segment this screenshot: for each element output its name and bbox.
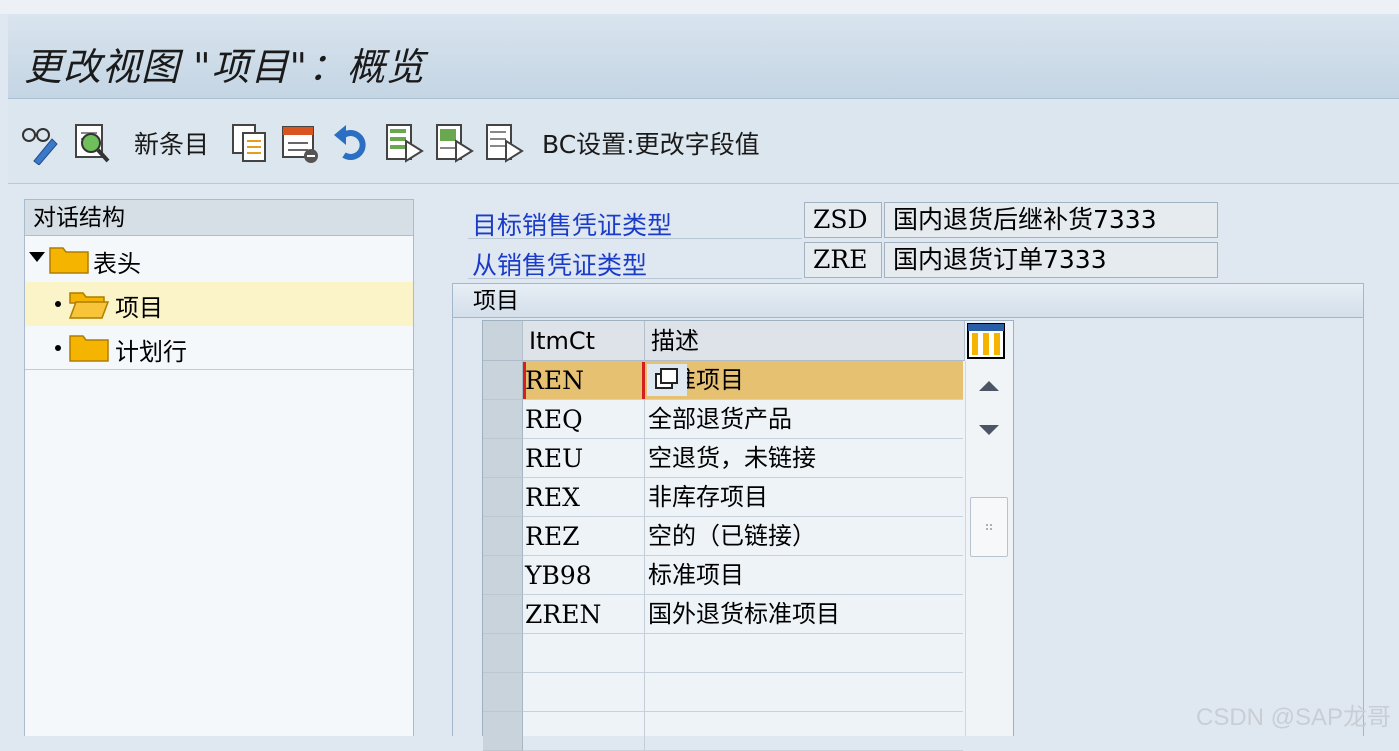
description-cell xyxy=(645,712,963,751)
nav-item-schedule-lines[interactable]: 计划行 xyxy=(25,326,413,370)
vertical-scrollbar[interactable] xyxy=(965,361,1011,736)
nav-item-label: 计划行 xyxy=(115,338,187,366)
empty-table-row[interactable] xyxy=(483,673,963,712)
description-cell: 空的（已链接） xyxy=(645,517,963,556)
empty-table-row[interactable] xyxy=(483,712,963,751)
title-bar: 更改视图 "项目"：概览 xyxy=(8,14,1399,99)
select-block-icon[interactable] xyxy=(434,121,474,165)
itmct-cell[interactable]: REU xyxy=(523,439,645,478)
watermark: CSDN @SAP龙哥 xyxy=(1196,704,1392,731)
select-all-icon[interactable] xyxy=(384,121,424,165)
table-row[interactable]: REU 空退货，未链接 xyxy=(483,439,963,478)
row-selector[interactable] xyxy=(483,634,523,673)
itmct-cell[interactable]: YB98 xyxy=(523,556,645,595)
row-selector[interactable] xyxy=(483,712,523,751)
display-change-icon[interactable] xyxy=(20,121,60,165)
items-group-title: 项目 xyxy=(453,284,1363,318)
row-selector[interactable] xyxy=(483,673,523,712)
nav-item-label: 表头 xyxy=(93,250,141,278)
table-row[interactable]: REZ 空的（已链接） xyxy=(483,517,963,556)
new-entries-button[interactable]: 新条目 xyxy=(134,125,209,161)
itmct-cell[interactable]: REQ xyxy=(523,400,645,439)
copy-icon[interactable] xyxy=(230,121,270,165)
description-cell: 全部退货产品 xyxy=(645,400,963,439)
nav-item-items[interactable]: 项目 xyxy=(25,282,413,326)
grip-icon xyxy=(986,524,992,530)
description-cell: 非库存项目 xyxy=(645,478,963,517)
itmct-cell[interactable] xyxy=(523,634,645,673)
select-all-rows-cell[interactable] xyxy=(483,321,523,361)
open-folder-icon xyxy=(69,292,109,319)
top-strip xyxy=(0,0,1399,14)
undo-icon[interactable] xyxy=(332,121,372,165)
source-doc-type-field[interactable]: ZRE xyxy=(804,242,882,278)
description-cell xyxy=(645,673,963,712)
expand-triangle-icon[interactable] xyxy=(29,252,45,264)
nav-divider xyxy=(25,369,413,370)
row-selector[interactable] xyxy=(483,517,523,556)
description-cell xyxy=(645,634,963,673)
column-config-icon[interactable] xyxy=(967,323,1005,359)
table-row[interactable]: REN 标准项目 xyxy=(483,361,963,400)
value-help-icon[interactable] xyxy=(647,364,687,396)
toolbar: 新条目 BC设置:更改字段值 xyxy=(8,99,1399,184)
itmct-cell[interactable]: REN xyxy=(523,361,645,400)
page-title: 更改视图 "项目"：概览 xyxy=(24,45,426,89)
items-table: ItmCt 描述 REN 标准项目 REQ 全部退货产品 REU 空退货，未链接 REX 非库… xyxy=(482,320,1014,751)
column-header-itmct[interactable]: ItmCt xyxy=(523,321,645,361)
delete-icon[interactable] xyxy=(280,121,320,165)
target-doc-type-label: 目标销售凭证类型 xyxy=(472,211,673,240)
source-doc-type-label: 从销售凭证类型 xyxy=(472,251,648,280)
itmct-cell[interactable] xyxy=(523,673,645,712)
nav-item-header[interactable]: 表头 xyxy=(25,238,413,282)
folder-icon xyxy=(49,247,89,274)
table-row[interactable]: REX 非库存项目 xyxy=(483,478,963,517)
itmct-cell[interactable] xyxy=(523,712,645,751)
scroll-thumb[interactable] xyxy=(970,497,1008,557)
row-selector[interactable] xyxy=(483,400,523,439)
table-row[interactable]: YB98 标准项目 xyxy=(483,556,963,595)
bullet xyxy=(55,345,61,351)
itmct-cell[interactable]: REX xyxy=(523,478,645,517)
description-cell: 空退货，未链接 xyxy=(645,439,963,478)
target-doc-type-desc: 国内退货后继补货7333 xyxy=(884,202,1218,238)
column-header-description[interactable]: 描述 xyxy=(645,321,965,361)
source-doc-type-desc: 国内退货订单7333 xyxy=(884,242,1218,278)
itmct-cell[interactable]: REZ xyxy=(523,517,645,556)
detail-icon[interactable] xyxy=(72,121,112,165)
row-selector[interactable] xyxy=(483,439,523,478)
table-row[interactable]: ZREN 国外退货标准项目 xyxy=(483,595,963,634)
row-selector[interactable] xyxy=(483,361,523,400)
scroll-up-icon[interactable] xyxy=(972,369,1006,403)
deselect-all-icon[interactable] xyxy=(484,121,524,165)
folder-icon xyxy=(69,335,109,362)
bc-set-button[interactable]: BC设置:更改字段值 xyxy=(542,125,760,161)
description-cell: 标准项目 xyxy=(645,556,963,595)
label-underline xyxy=(468,238,802,239)
dialog-structure-panel: 对话结构 表头 项目 计划行 xyxy=(24,199,414,736)
empty-table-row[interactable] xyxy=(483,634,963,673)
nav-item-label: 项目 xyxy=(115,294,163,322)
target-doc-type-field[interactable]: ZSD xyxy=(804,202,882,238)
bullet xyxy=(55,301,61,307)
row-selector[interactable] xyxy=(483,478,523,517)
itmct-cell[interactable]: ZREN xyxy=(523,595,645,634)
row-selector[interactable] xyxy=(483,595,523,634)
table-row[interactable]: REQ 全部退货产品 xyxy=(483,400,963,439)
description-cell: 标准项目 xyxy=(645,361,963,400)
label-underline xyxy=(468,278,802,279)
description-cell: 国外退货标准项目 xyxy=(645,595,963,634)
row-selector[interactable] xyxy=(483,556,523,595)
scroll-down-icon[interactable] xyxy=(972,413,1006,447)
dialog-structure-header: 对话结构 xyxy=(25,200,413,236)
